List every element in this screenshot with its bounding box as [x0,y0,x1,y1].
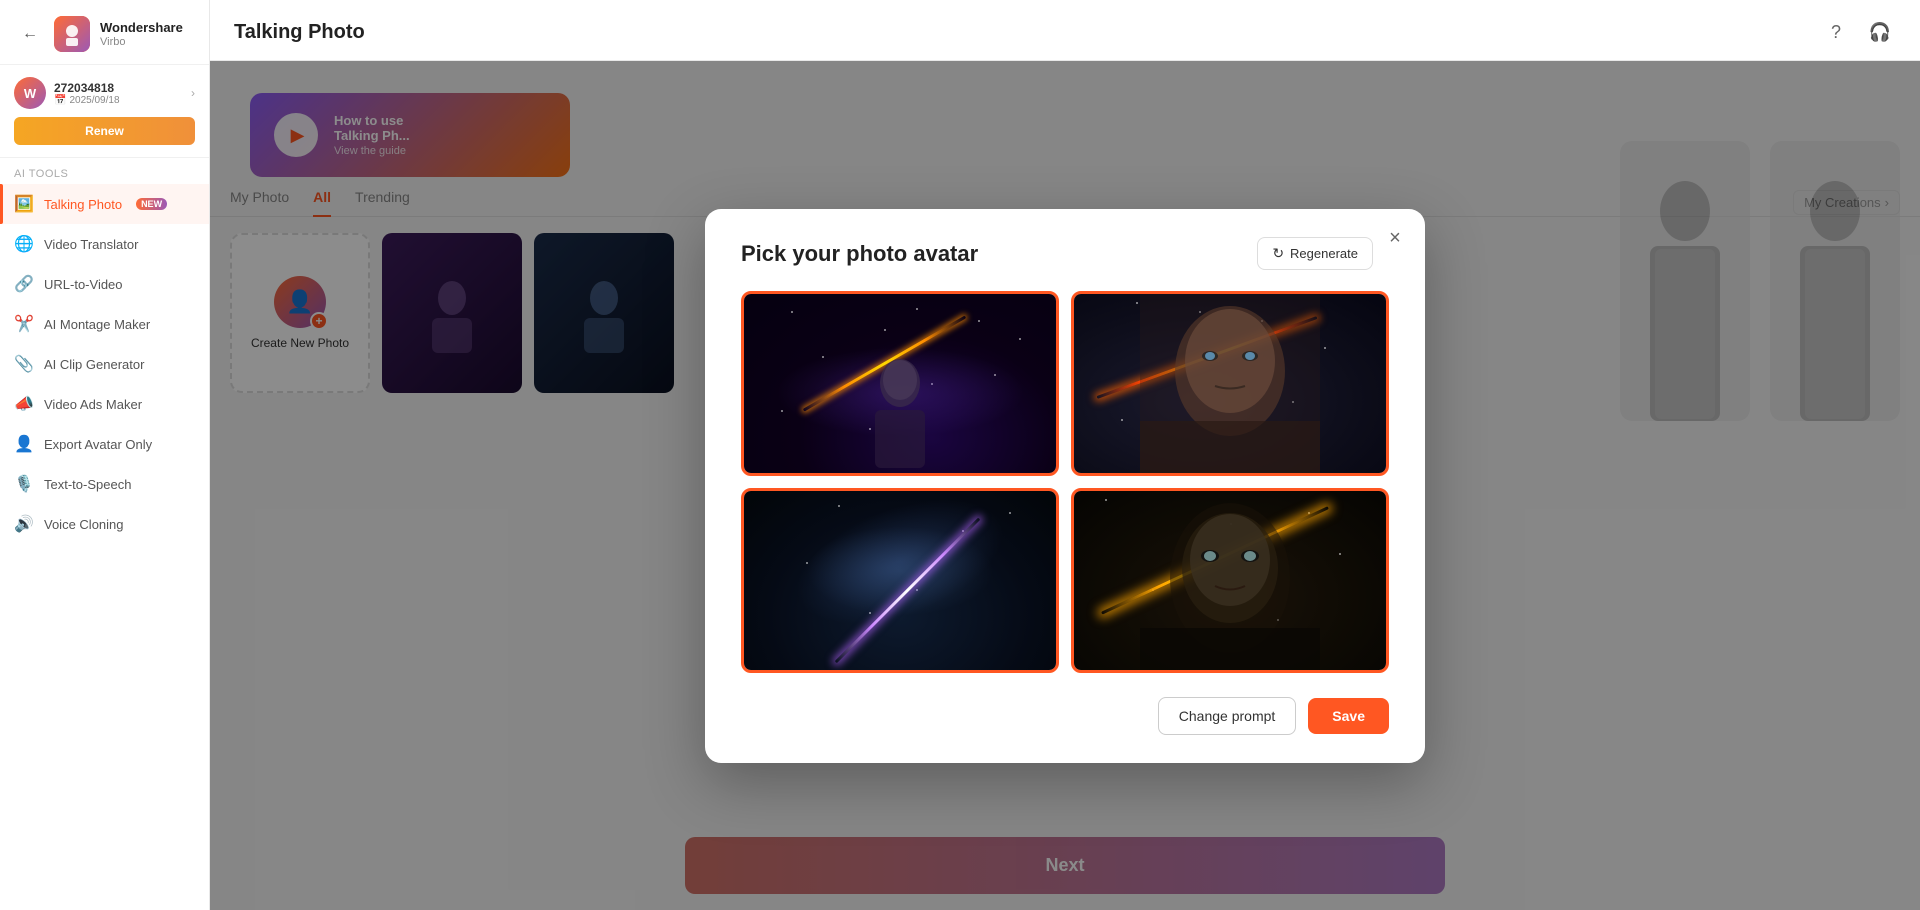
modal-photo-4[interactable]: ✓ [1071,488,1389,673]
user-expiry: 📅 2025/09/18 [54,95,183,106]
headphone-icon: 🎧 [1869,22,1891,43]
text-to-speech-icon: 🎙️ [14,474,34,494]
user-section: W 272034818 📅 2025/09/18 › Renew [0,65,209,158]
brand-sub: Virbo [100,36,183,48]
url-to-video-icon: 🔗 [14,274,34,294]
user-info: 272034818 📅 2025/09/18 [54,81,183,106]
chevron-right-icon: › [191,86,195,100]
calendar-icon: 📅 [54,95,66,106]
ai-montage-icon: ✂️ [14,314,34,334]
sidebar-item-label: AI Clip Generator [44,357,144,372]
change-prompt-button[interactable]: Change prompt [1158,697,1297,735]
regenerate-button[interactable]: ↻ Regenerate [1257,237,1373,270]
new-badge: NEW [136,198,167,210]
voice-cloning-icon: 🔊 [14,514,34,534]
help-button[interactable]: ? [1820,16,1852,48]
modal-overlay: × Pick your photo avatar ↻ Regenerate ✓ [210,61,1920,910]
help-icon: ? [1831,22,1841,43]
save-button[interactable]: Save [1308,698,1389,734]
sidebar-section-label: AI Tools [0,158,209,184]
sidebar-header: ← Wondershare Virbo [0,0,209,65]
sidebar-item-ai-montage[interactable]: ✂️ AI Montage Maker [0,304,209,344]
modal: × Pick your photo avatar ↻ Regenerate ✓ [705,209,1425,763]
export-avatar-icon: 👤 [14,434,34,454]
modal-actions: Change prompt Save [741,697,1389,735]
talking-photo-icon: 🖼️ [14,194,34,214]
sidebar-item-label: Export Avatar Only [44,437,152,452]
main-content-area: Talking Photo ? 🎧 ▶ How to use Talking P… [210,0,1920,910]
back-button[interactable]: ← [16,20,44,48]
renew-button[interactable]: Renew [14,117,195,145]
sidebar-item-video-ads[interactable]: 📣 Video Ads Maker [0,384,209,424]
avatar: W [14,77,46,109]
video-ads-icon: 📣 [14,394,34,414]
modal-photo-3[interactable]: ✓ [741,488,1059,673]
ai-clip-icon: 📎 [14,354,34,374]
page-title: Talking Photo [234,21,365,44]
sidebar-item-talking-photo[interactable]: 🖼️ Talking Photo NEW [0,184,209,224]
sidebar-item-voice-cloning[interactable]: 🔊 Voice Cloning [0,504,209,544]
sidebar-item-label: Video Translator [44,237,138,252]
regenerate-label: Regenerate [1290,246,1358,261]
brand-text: Wondershare Virbo [100,20,183,48]
modal-photo-1[interactable]: ✓ [741,291,1059,476]
brand-name: Wondershare [100,20,183,36]
sidebar-item-text-to-speech[interactable]: 🎙️ Text-to-Speech [0,464,209,504]
sidebar-item-export-avatar[interactable]: 👤 Export Avatar Only [0,424,209,464]
modal-photo-grid: ✓ [741,291,1389,673]
modal-close-button[interactable]: × [1381,225,1409,253]
sidebar-item-url-to-video[interactable]: 🔗 URL-to-Video [0,264,209,304]
sidebar: ← Wondershare Virbo W 2 [0,0,210,910]
sidebar-item-label: Text-to-Speech [44,477,131,492]
sidebar-item-label: URL-to-Video [44,277,123,292]
back-icon: ← [22,25,38,43]
video-translator-icon: 🌐 [14,234,34,254]
sidebar-item-ai-clip[interactable]: 📎 AI Clip Generator [0,344,209,384]
user-id: 272034818 [54,81,183,95]
sidebar-item-video-translator[interactable]: 🌐 Video Translator [0,224,209,264]
sidebar-item-label: Talking Photo [44,197,122,212]
sidebar-item-label: Voice Cloning [44,517,124,532]
sidebar-item-label: Video Ads Maker [44,397,142,412]
refresh-icon: ↻ [1272,245,1284,262]
sidebar-item-label: AI Montage Maker [44,317,150,332]
header-actions: ? 🎧 [1820,16,1896,48]
user-row: W 272034818 📅 2025/09/18 › [14,77,195,109]
main-header: Talking Photo ? 🎧 [210,0,1920,61]
app-logo [54,16,90,52]
headphone-button[interactable]: 🎧 [1864,16,1896,48]
main-content: ▶ How to use Talking Ph... View the guid… [210,61,1920,910]
modal-photo-2[interactable]: ✓ [1071,291,1389,476]
